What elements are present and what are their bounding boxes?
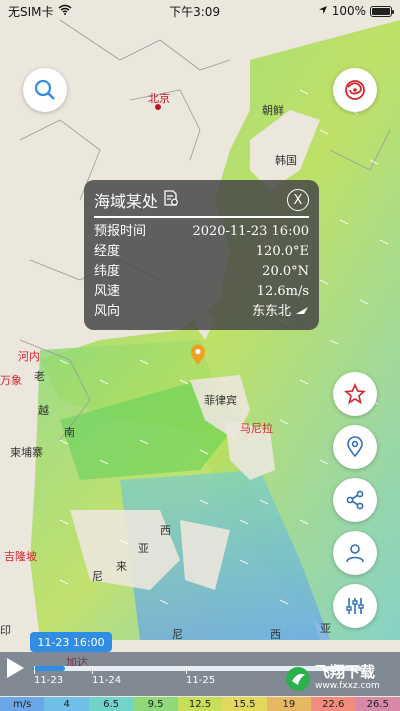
popup-header: 海域某处 X <box>94 188 309 218</box>
user-button[interactable] <box>333 531 377 575</box>
legend-unit: m/s <box>0 697 45 711</box>
watermark-icon <box>286 667 310 691</box>
popup-row-forecast-time: 预报时间 2020-11-23 16:00 <box>94 222 309 242</box>
location-arrow-icon <box>318 4 328 18</box>
map-label-malaysia-2: 亚 <box>138 542 149 555</box>
timeline-day-1: 11-23 <box>34 675 64 686</box>
popup-row-longitude: 经度 120.0°E <box>94 242 309 262</box>
row-value: 120.0°E <box>255 244 309 259</box>
clock: 下午3:09 <box>169 4 221 19</box>
map-label-indonesia-1: 尼 <box>92 570 103 583</box>
map-label-indonesia-4: 西 <box>270 628 281 641</box>
carrier-label: 无SIM卡 <box>8 4 54 19</box>
share-icon <box>346 490 364 510</box>
typhoon-button[interactable] <box>333 68 377 112</box>
timeline-day-2: 11-24 <box>92 675 122 686</box>
row-label: 风速 <box>94 284 121 299</box>
row-label: 经度 <box>94 244 121 259</box>
wind-speed-legend: m/s 4 6.5 9.5 12.5 15.5 19 22.6 26.5 <box>0 697 400 711</box>
battery-percent: 100% <box>331 4 366 18</box>
map-label-laos: 老 <box>34 370 45 383</box>
map-label-malaysia-1: 西 <box>160 524 171 537</box>
map-label-vietnam-2: 南 <box>64 426 75 439</box>
timeline-tick <box>34 666 35 674</box>
play-button[interactable] <box>4 656 26 680</box>
row-value: 2020-11-23 16:00 <box>192 224 309 239</box>
location-pin-icon <box>347 436 363 458</box>
battery-icon <box>370 5 394 17</box>
battery-fill <box>372 7 390 15</box>
row-label: 预报时间 <box>94 224 147 239</box>
map-label-cambodia: 柬埔寨 <box>10 446 43 459</box>
row-label: 纬度 <box>94 264 121 279</box>
location-button[interactable] <box>333 425 377 469</box>
popup-row-wind-direction: 风向 东东北 <box>94 302 309 322</box>
row-value: 12.6m/s <box>256 284 309 299</box>
map-label-vientiane: 万象 <box>0 374 22 387</box>
map-label-malaysia-3: 来 <box>116 560 127 573</box>
timeline-day-3: 11-25 <box>186 675 216 686</box>
legend-value: 6.5 <box>88 697 134 711</box>
timeline-progress <box>32 666 65 671</box>
wifi-icon <box>58 4 72 18</box>
popup-row-latitude: 纬度 20.0°N <box>94 262 309 282</box>
watermark-site: www.fxxz.com <box>315 681 380 691</box>
wind-direction-arrow-icon <box>295 302 309 322</box>
legend-value: 19 <box>266 697 312 711</box>
layers-settings-button[interactable] <box>333 584 377 628</box>
legend-value: 26.5 <box>355 697 400 711</box>
popup-row-wind-speed: 风速 12.6m/s <box>94 282 309 302</box>
sliders-icon <box>346 598 364 614</box>
map-label-indonesia-3: 尼 <box>172 628 183 641</box>
legend-value: 12.5 <box>177 697 223 711</box>
map-label-hanoi: 河内 <box>18 350 40 363</box>
legend-value: 9.5 <box>133 697 178 711</box>
typhoon-icon <box>345 80 365 100</box>
legend-value: 15.5 <box>222 697 267 711</box>
map-label-philippines: 菲律宾 <box>204 394 237 407</box>
play-icon <box>7 658 24 678</box>
current-time-label: 11-23 16:00 <box>30 632 112 652</box>
map-label-north-korea: 朝鲜 <box>262 104 284 117</box>
row-label: 风向 <box>94 304 121 319</box>
map-label-indonesia-2: 印 <box>0 624 11 637</box>
map-label-indonesia-5: 亚 <box>320 622 331 635</box>
timeline-tick <box>92 666 93 674</box>
popup-close-button[interactable]: X <box>287 189 309 211</box>
search-button[interactable] <box>23 68 67 112</box>
row-value: 20.0°N <box>262 264 309 279</box>
popup-title: 海域某处 <box>94 192 159 211</box>
status-bar: 无SIM卡 下午3:09 100% <box>0 0 400 22</box>
map-label-kuala-lumpur: 吉隆坡 <box>4 550 37 563</box>
map-label-beijing: 北京 <box>148 92 170 105</box>
favorite-button[interactable] <box>333 372 377 416</box>
search-icon <box>34 79 55 100</box>
legend-value: 4 <box>44 697 89 711</box>
map-label-manila: 马尼拉 <box>240 422 273 435</box>
map-label-south-korea: 韩国 <box>275 154 297 167</box>
share-button[interactable] <box>333 478 377 522</box>
timeline-tick <box>186 666 187 674</box>
watermark-brand: 飞翔下载 <box>315 663 376 681</box>
watermark-logo: 飞翔下载 www.fxxz.com <box>284 664 394 694</box>
star-icon <box>344 382 366 405</box>
row-value: 东东北 <box>251 304 291 319</box>
map-label-vietnam-1: 越 <box>38 404 49 417</box>
map-pin-icon[interactable] <box>190 344 206 366</box>
point-info-popup: 海域某处 X 预报时间 2020-11-23 16:00 经度 120.0°E 纬度… <box>84 180 319 330</box>
legend-value: 22.6 <box>311 697 356 711</box>
document-edit-icon[interactable] <box>162 189 180 211</box>
user-icon <box>346 544 364 563</box>
